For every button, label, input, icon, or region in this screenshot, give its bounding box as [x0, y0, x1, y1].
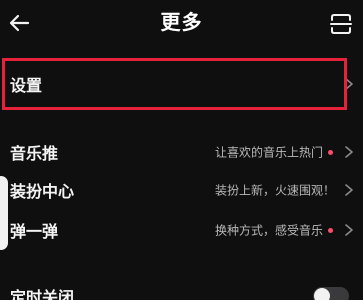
top-bar: 更多: [0, 0, 363, 50]
music-promote-label: 音乐推: [10, 144, 59, 163]
more-screen: 更多 设置 音乐推 让喜欢的音乐上热门 装扮中心 装扮上新，火速围观！ 弹一弹 …: [0, 0, 363, 300]
toggle-knob: [314, 288, 330, 300]
page-title: 更多: [160, 10, 203, 34]
sleep-timer-row[interactable]: 定时关闭: [0, 278, 363, 300]
tanyitan-subtitle: 换种方式，感受音乐: [214, 223, 323, 238]
red-dot-indicator: [328, 228, 333, 233]
scan-button[interactable]: [327, 10, 355, 38]
tanyitan-row[interactable]: 弹一弹 换种方式，感受音乐: [0, 212, 363, 248]
chevron-right-icon: [345, 184, 353, 196]
sleep-timer-toggle[interactable]: [313, 287, 349, 300]
music-promote-subtitle: 让喜欢的音乐上热门: [214, 145, 323, 160]
music-promote-row[interactable]: 音乐推 让喜欢的音乐上热门: [0, 134, 363, 170]
sleep-timer-label: 定时关闭: [10, 288, 75, 300]
chevron-right-icon: [345, 224, 353, 236]
dressup-center-subtitle: 装扮上新，火速围观！: [214, 183, 335, 198]
chevron-right-icon: [345, 146, 353, 158]
dressup-center-row[interactable]: 装扮中心 装扮上新，火速围观！: [0, 172, 363, 208]
red-dot-indicator: [328, 150, 333, 155]
highlight-box: [2, 58, 347, 110]
dressup-center-label: 装扮中心: [10, 182, 75, 201]
floating-side-handle[interactable]: [0, 176, 8, 250]
scan-icon: [330, 14, 352, 34]
tanyitan-label: 弹一弹: [10, 222, 59, 241]
